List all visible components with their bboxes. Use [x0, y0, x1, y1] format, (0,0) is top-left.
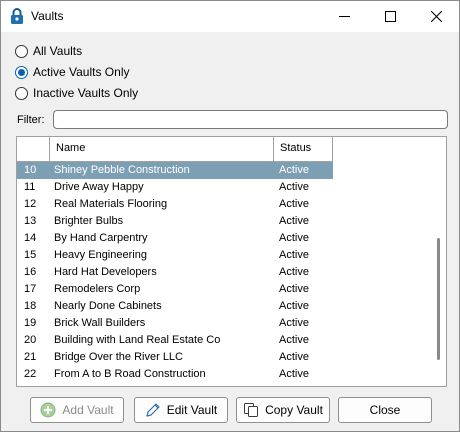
padlock-icon [10, 7, 24, 25]
radio-all-vaults[interactable]: All Vaults [15, 43, 82, 59]
close-icon [430, 11, 442, 22]
row-status-cell: Active [279, 317, 309, 329]
table-row[interactable]: 19 Brick Wall Builders Active [17, 315, 433, 332]
table-row[interactable]: 22 From A to B Road Construction Active [17, 366, 433, 383]
maximize-icon [384, 11, 396, 22]
row-id-cell: 15 [24, 249, 37, 261]
add-vault-button[interactable]: Add Vault [30, 397, 124, 423]
row-status-cell: Active [279, 232, 309, 244]
row-name-cell: Nearly Done Cabinets [54, 300, 162, 312]
grid-rows: 10 Shiney Pebble Construction Active 11 Driv… [17, 162, 433, 383]
table-row[interactable]: 16 Hard Hat Developers Active [17, 264, 433, 281]
row-name-cell: Bridge Over the River LLC [54, 351, 183, 363]
radio-inactive-vaults-only[interactable]: Inactive Vaults Only [15, 85, 138, 101]
column-header-name[interactable]: Name [50, 137, 274, 161]
radio-active-vaults-only[interactable]: Active Vaults Only [15, 64, 129, 80]
minimize-button[interactable] [321, 1, 367, 32]
pencil-icon [145, 402, 161, 418]
grid-header: Name Status [17, 137, 333, 162]
window-title: Vaults [31, 9, 64, 23]
row-name-cell: From A to B Road Construction [54, 368, 206, 380]
radio-label: All Vaults [33, 44, 83, 58]
copy-vault-label: Copy Vault [265, 403, 323, 417]
table-row[interactable]: 13 Brighter Bulbs Active [17, 213, 433, 230]
copy-vault-button[interactable]: Copy Vault [236, 397, 330, 423]
radio-button[interactable] [15, 44, 28, 58]
row-name-cell: Building with Land Real Estate Co [54, 334, 221, 346]
row-id-cell: 12 [24, 198, 37, 210]
row-name-cell: Drive Away Happy [54, 181, 144, 193]
column-header-status[interactable]: Status [274, 137, 333, 161]
row-header-column[interactable] [17, 137, 50, 161]
row-name-cell: Real Materials Flooring [54, 198, 168, 210]
table-row[interactable]: 21 Bridge Over the River LLC Active [17, 349, 433, 366]
table-row[interactable]: 14 By Hand Carpentry Active [17, 230, 433, 247]
edit-vault-button[interactable]: Edit Vault [134, 397, 228, 423]
table-row[interactable]: 17 Remodelers Corp Active [17, 281, 433, 298]
vertical-scrollbar[interactable] [432, 137, 446, 386]
row-status-cell: Active [279, 351, 309, 363]
scrollbar-thumb[interactable] [437, 238, 440, 360]
radio-label: Inactive Vaults Only [33, 86, 139, 100]
title-bar[interactable]: Vaults [1, 1, 459, 32]
row-id-cell: 20 [24, 334, 37, 346]
table-row[interactable]: 11 Drive Away Happy Active [17, 179, 433, 196]
row-status-cell: Active [279, 266, 309, 278]
close-window-button[interactable] [413, 1, 459, 32]
row-name-cell: By Hand Carpentry [54, 232, 148, 244]
row-name-cell: Remodelers Corp [54, 283, 141, 295]
radio-button[interactable] [15, 86, 28, 100]
row-status-cell: Active [279, 181, 309, 193]
filter-label: Filter: [17, 114, 45, 126]
row-name-cell: Hard Hat Developers [54, 266, 157, 278]
maximize-button[interactable] [367, 1, 413, 32]
row-id-cell: 10 [24, 164, 37, 176]
plus-circle-icon [40, 402, 56, 418]
filter-input[interactable] [53, 110, 448, 129]
add-vault-label: Add Vault [62, 403, 114, 417]
radio-label: Active Vaults Only [33, 65, 130, 79]
table-row[interactable]: 10 Shiney Pebble Construction Active [17, 162, 433, 179]
copy-icon [243, 402, 259, 418]
row-status-cell: Active [279, 283, 309, 295]
row-status-cell: Active [279, 198, 309, 210]
table-row[interactable]: 18 Nearly Done Cabinets Active [17, 298, 433, 315]
table-row[interactable]: 12 Real Materials Flooring Active [17, 196, 433, 213]
row-status-cell: Active [279, 164, 309, 176]
row-id-cell: 16 [24, 266, 37, 278]
row-status-cell: Active [279, 249, 309, 261]
row-id-cell: 11 [24, 181, 36, 193]
row-id-cell: 22 [24, 368, 37, 380]
close-label: Close [369, 403, 401, 417]
row-name-cell: Heavy Engineering [54, 249, 147, 261]
close-button[interactable]: Close [338, 397, 432, 423]
row-name-cell: Brighter Bulbs [54, 215, 124, 227]
vaults-window: Vaults All Vaults Active Vaults Only Ina… [0, 0, 460, 432]
row-status-cell: Active [279, 215, 309, 227]
edit-vault-label: Edit Vault [166, 403, 218, 417]
row-name-cell: Shiney Pebble Construction [54, 164, 190, 176]
table-row[interactable]: 20 Building with Land Real Estate Co Activ… [17, 332, 433, 349]
minimize-icon [338, 16, 350, 17]
row-id-cell: 18 [24, 300, 37, 312]
vaults-grid[interactable]: Name Status 10 Shiney Pebble Construction… [16, 136, 447, 387]
radio-button[interactable] [15, 65, 28, 79]
row-id-cell: 13 [24, 215, 37, 227]
row-id-cell: 21 [24, 351, 37, 363]
row-id-cell: 17 [24, 283, 37, 295]
row-status-cell: Active [279, 368, 309, 380]
table-row[interactable]: 15 Heavy Engineering Active [17, 247, 433, 264]
row-id-cell: 14 [24, 232, 37, 244]
row-id-cell: 19 [24, 317, 37, 329]
row-status-cell: Active [279, 300, 309, 312]
row-name-cell: Brick Wall Builders [54, 317, 146, 329]
row-status-cell: Active [279, 334, 309, 346]
